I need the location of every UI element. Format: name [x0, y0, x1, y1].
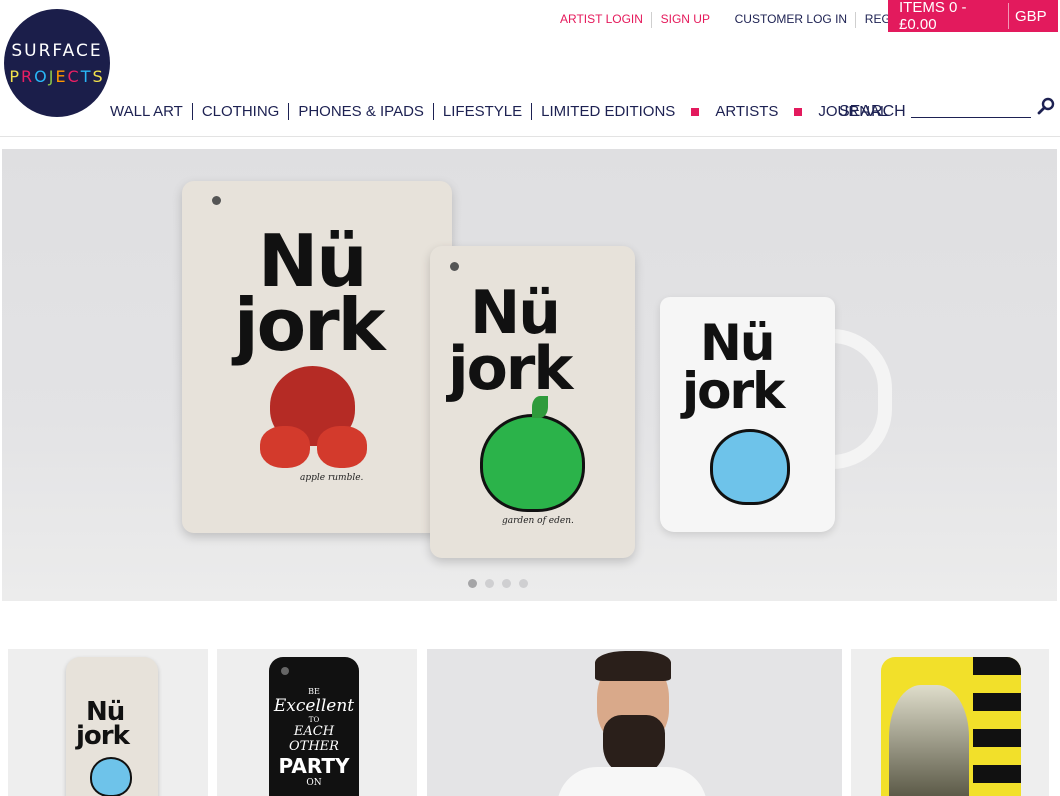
- camera-icon: [212, 196, 221, 205]
- divider: [855, 12, 857, 28]
- model-hair: [595, 651, 671, 681]
- product-text-nu: Nü: [470, 278, 561, 348]
- iphone-case-black: BE Excellent TO EACH OTHER PARTY ON: [269, 657, 359, 796]
- ipad-case-large: Nü jork apple rumble.: [182, 181, 452, 533]
- logo-letter: E: [55, 66, 68, 86]
- caption-garden-of-eden: garden of eden.: [502, 516, 574, 526]
- square-bullet-icon: [794, 107, 803, 116]
- search-label: SEARCH: [839, 103, 906, 120]
- product-text-jork: jork: [682, 362, 785, 420]
- slider-dot[interactable]: [519, 579, 528, 588]
- logo-letter: P: [9, 66, 21, 86]
- currency-selector[interactable]: GBP: [1009, 8, 1047, 25]
- boxing-glove-right: [317, 426, 367, 468]
- mug: Nü jork: [660, 297, 835, 532]
- nav-clothing[interactable]: CLOTHING: [202, 103, 280, 120]
- tile-text-4: EACH OTHER: [289, 724, 339, 754]
- surface-projects-logo[interactable]: SURFACE PROJECTS: [4, 9, 110, 117]
- nav-limited-editions[interactable]: LIMITED EDITIONS: [541, 103, 675, 120]
- logo-letter: S: [92, 66, 105, 86]
- checker-pattern: [973, 657, 1021, 796]
- boxing-glove-left: [260, 426, 310, 468]
- blue-apple-illustration: [90, 757, 132, 796]
- ipad-mini-case: Nü jork garden of eden.: [430, 246, 635, 558]
- product-tile-taxi-driver[interactable]: [851, 649, 1049, 796]
- logo-letter: R: [21, 66, 35, 86]
- header-divider: [0, 136, 1060, 137]
- search-input[interactable]: [910, 117, 1031, 118]
- iphone-case-yellow: [881, 657, 1021, 796]
- divider: [191, 103, 193, 120]
- nav-artists[interactable]: ARTISTS: [715, 103, 778, 120]
- nav-lifestyle[interactable]: LIFESTYLE: [443, 103, 522, 120]
- sign-up-link[interactable]: SIGN UP: [661, 12, 710, 26]
- camera-icon: [450, 262, 459, 271]
- model-tshirt: [557, 767, 707, 796]
- logo-letter: C: [67, 66, 81, 86]
- product-tile-model-tshirt[interactable]: [427, 649, 842, 796]
- blue-apple-illustration: [710, 429, 790, 505]
- logo-letter: T: [80, 66, 93, 86]
- slider-dot[interactable]: [485, 579, 494, 588]
- hero-slider[interactable]: Nü jork apple rumble. Nü jork garden of …: [2, 149, 1057, 601]
- product-tile-iphone-nu-jork[interactable]: Nü jork: [8, 649, 208, 796]
- logo-line-2: PROJECTS: [9, 67, 104, 86]
- main-navigation: WALL ART CLOTHING PHONES & IPADS LIFESTY…: [110, 103, 888, 120]
- slider-pagination: [468, 579, 528, 588]
- product-text-jork: jork: [234, 283, 386, 367]
- cart-items-total[interactable]: ITEMS 0 - £0.00: [888, 0, 1008, 33]
- product-tile-excellent-party[interactable]: BE Excellent TO EACH OTHER PARTY ON: [217, 649, 417, 796]
- slider-dot[interactable]: [502, 579, 511, 588]
- product-text-nu: Nü: [700, 314, 775, 372]
- tile-text-1: BE: [308, 687, 320, 696]
- divider: [531, 103, 533, 120]
- tile-text-6: ON: [306, 778, 322, 788]
- search-icon[interactable]: [1037, 97, 1055, 115]
- divider: [651, 12, 653, 28]
- product-text-jork: jork: [76, 721, 130, 751]
- green-apple-illustration: [480, 414, 585, 512]
- cart-summary[interactable]: ITEMS 0 - £0.00 GBP: [888, 0, 1058, 33]
- logo-letter: J: [48, 66, 56, 86]
- caption-apple-rumble: apple rumble.: [300, 473, 364, 483]
- figure-illustration: [889, 685, 969, 796]
- divider: [288, 103, 290, 120]
- search-bar: SEARCH: [839, 97, 1055, 121]
- nav-wall-art[interactable]: WALL ART: [110, 103, 183, 120]
- tile-text-2: Excellent: [273, 696, 355, 716]
- apple-leaf: [532, 396, 548, 418]
- product-text-jork: jork: [448, 334, 573, 404]
- customer-login-link[interactable]: CUSTOMER LOG IN: [735, 12, 847, 26]
- slider-dot[interactable]: [468, 579, 477, 588]
- tile-text-3: TO: [308, 716, 320, 724]
- tile-text-5: PARTY: [278, 754, 350, 778]
- divider: [432, 103, 434, 120]
- logo-letter: O: [34, 66, 49, 86]
- artist-login-link[interactable]: ARTIST LOGIN: [560, 12, 643, 26]
- square-bullet-icon: [691, 107, 700, 116]
- nav-phones-ipads[interactable]: PHONES & IPADS: [298, 103, 424, 120]
- camera-icon: [281, 667, 289, 675]
- iphone-case: Nü jork: [66, 657, 158, 796]
- account-links: ARTIST LOGIN SIGN UP CUSTOMER LOG IN REG…: [560, 12, 926, 28]
- logo-line-1: SURFACE: [11, 40, 103, 61]
